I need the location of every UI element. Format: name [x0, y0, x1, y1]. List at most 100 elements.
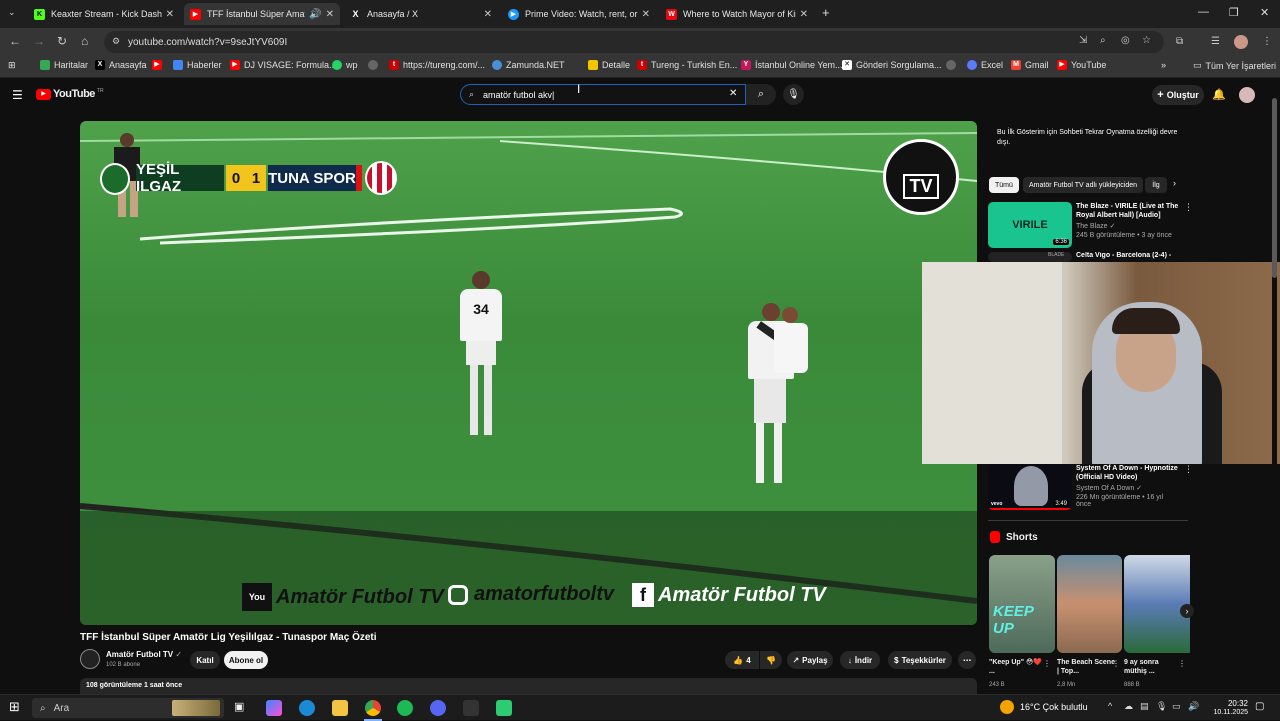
bookmark-item[interactable]: Haberler	[173, 60, 222, 70]
create-button[interactable]: + Oluştur	[1152, 85, 1204, 105]
all-bookmarks[interactable]: ▭ Tüm Yer İşaretleri	[1193, 60, 1276, 71]
close-icon[interactable]: ✕	[326, 9, 334, 20]
channel-name[interactable]: Amatör Futbol TV ✓	[106, 650, 182, 659]
eye-off-icon[interactable]: ◎	[1121, 35, 1130, 46]
recommended-video[interactable]: vevo 3:49 System Of A Down - Hypnotize (…	[988, 464, 1193, 510]
chip-from-uploader[interactable]: Amatör Futbol TV adlı yükleyiciden	[1023, 177, 1144, 193]
close-icon[interactable]: ✕	[642, 9, 650, 20]
task-view-icon[interactable]: ▣	[234, 700, 244, 713]
zoom-icon[interactable]: ⌕	[1100, 35, 1106, 46]
short-thumbnail[interactable]: KEEP UP	[989, 555, 1055, 653]
short-thumbnail[interactable]	[1057, 555, 1122, 653]
site-info-icon[interactable]: ⚙	[112, 36, 120, 47]
chip-related[interactable]: İlg	[1145, 177, 1167, 193]
video-thumbnail[interactable]: BLADE	[988, 252, 1072, 262]
install-icon[interactable]: ⇲	[1079, 35, 1087, 46]
bookmark-item[interactable]: ▶ DJ VISAGE: Formula...	[230, 60, 337, 70]
taskbar-search-input[interactable]: ⌕ Ara	[32, 698, 224, 718]
thanks-button[interactable]: $ Teşekkürler	[888, 651, 952, 669]
minimize-icon[interactable]: —	[1198, 6, 1209, 18]
more-icon[interactable]: ⋮	[1043, 659, 1051, 668]
back-icon[interactable]: ←	[9, 34, 21, 48]
more-icon[interactable]: ⋮	[1184, 464, 1193, 475]
menu-icon[interactable]: ⋮	[1262, 36, 1272, 47]
video-player[interactable]: 34 YEŞİL ILGAZ 0 1 TUNA SPOR TV You Amat…	[80, 121, 977, 625]
profile-avatar[interactable]	[1234, 35, 1248, 49]
close-icon[interactable]: ✕	[800, 9, 808, 20]
download-button[interactable]: ↓ İndir	[840, 651, 880, 669]
short-title[interactable]: The Beach Scene | Top...	[1057, 658, 1117, 676]
home-icon[interactable]: ⌂	[81, 34, 88, 48]
video-thumbnail[interactable]: VIRILE 6:36	[988, 202, 1072, 248]
copilot-icon[interactable]	[266, 700, 282, 716]
notifications-bell-icon[interactable]: 🔔	[1212, 88, 1226, 101]
short-thumbnail[interactable]	[1124, 555, 1190, 653]
spotify-icon[interactable]	[397, 700, 413, 716]
volume-icon[interactable]: 🔊	[1188, 701, 1199, 712]
bookmark-item[interactable]: wp	[332, 60, 358, 70]
channel-avatar[interactable]	[80, 649, 100, 669]
notifications-icon[interactable]: ▢	[1255, 701, 1264, 712]
address-bar[interactable]: ⚙ youtube.com/watch?v=9seJtYV609I ⇲ ⌕ ◎ …	[104, 31, 1164, 53]
bookmark-item[interactable]: X Anasayfa	[95, 60, 147, 70]
search-button[interactable]: ⌕	[746, 84, 776, 105]
tab-x[interactable]: X Anasayfa / X ✕	[344, 3, 498, 25]
chip-all[interactable]: Tümü	[989, 177, 1019, 193]
clock-date[interactable]: 10.11.2025	[1200, 709, 1248, 716]
bookmark-item[interactable]: M Gmail	[1011, 60, 1049, 70]
bookmark-item[interactable]: Excel	[967, 60, 1003, 70]
more-icon[interactable]: ⋮	[1112, 659, 1120, 668]
youtube-logo[interactable]: ▶ YouTube TR	[36, 88, 104, 100]
cloud-icon[interactable]: ☁	[1124, 701, 1133, 712]
more-actions-button[interactable]: ⋯	[958, 651, 976, 669]
bookmark-item[interactable]: t Tureng - Turkish En...	[637, 60, 737, 70]
new-tab-button[interactable]: +	[822, 5, 830, 20]
bookmark-item[interactable]: ▶ YouTube	[1057, 60, 1106, 70]
bookmark-item[interactable]: Zamunda.NET	[492, 60, 565, 70]
subscribe-button[interactable]: Abone ol	[224, 651, 268, 669]
network-icon[interactable]: ▭	[1172, 701, 1181, 712]
forward-icon[interactable]: →	[33, 34, 45, 48]
reload-icon[interactable]: ↻	[57, 34, 67, 48]
short-title[interactable]: "Keep Up" 😳❤️ ...	[989, 658, 1045, 676]
tab-search-icon[interactable]: ⌄	[8, 7, 16, 18]
tab-youtube[interactable]: ▶ TFF İstanbul Süper Amatör Lig 🔊 ✕	[184, 3, 340, 25]
tab-prime-video[interactable]: ▶ Prime Video: Watch, rent, or buy ✕	[502, 3, 656, 25]
reading-list-icon[interactable]: ☰	[1211, 36, 1220, 47]
bookmark-item[interactable]	[946, 60, 960, 70]
share-button[interactable]: ↗ Paylaş	[787, 651, 833, 669]
account-avatar[interactable]	[1239, 87, 1255, 103]
shorts-next-button[interactable]: ›	[1180, 604, 1194, 618]
bookmark-item[interactable]	[368, 60, 382, 70]
bookmark-item[interactable]: ▶	[152, 60, 166, 70]
hamburger-menu-icon[interactable]: ☰	[12, 88, 23, 102]
tab-where-to-watch[interactable]: W Where to Watch Mayor of Kingstown ✕	[660, 3, 814, 25]
chrome-icon[interactable]	[365, 700, 381, 716]
windows-start-icon[interactable]: ⊞	[9, 699, 20, 715]
bookmark-item[interactable]: ✕ Gönderi Sorgulama...	[842, 60, 942, 70]
restore-icon[interactable]: ❐	[1229, 6, 1239, 19]
close-icon[interactable]: ✕	[484, 9, 492, 20]
star-icon[interactable]: ☆	[1142, 35, 1151, 46]
bookmark-item[interactable]: Haritalar	[40, 60, 88, 70]
bookmark-item[interactable]: Y İstanbul Online Yem...	[741, 60, 843, 70]
edge-icon[interactable]	[299, 700, 315, 716]
clear-search-icon[interactable]: ✕	[729, 88, 737, 99]
recommended-video[interactable]: BLADE Celta Vigo - Barcelona (2-4) - ⋮	[988, 252, 1188, 262]
bookmark-item[interactable]: t https://tureng.com/...	[389, 60, 485, 70]
chevron-right-icon[interactable]: ›	[1173, 178, 1176, 188]
more-icon[interactable]: ⋮	[1184, 202, 1193, 213]
more-icon[interactable]: ⋮	[1184, 252, 1188, 262]
close-window-icon[interactable]: ✕	[1260, 6, 1269, 19]
app-icon[interactable]	[496, 700, 512, 716]
bookmark-item[interactable]: Detalle	[588, 60, 630, 70]
close-icon[interactable]: ✕	[166, 9, 174, 20]
file-explorer-icon[interactable]	[332, 700, 348, 716]
join-button[interactable]: Katıl	[190, 651, 220, 669]
clock-time[interactable]: 20:32	[1200, 699, 1248, 708]
speaker-icon[interactable]: 🔊	[309, 9, 321, 20]
microphone-icon[interactable]: 🎙	[1156, 701, 1167, 712]
tray-app-icon[interactable]: ▤	[1140, 701, 1149, 712]
tab-kick[interactable]: K Keaxter Stream - Kick Dashboard ✕	[28, 3, 180, 25]
extensions-icon[interactable]: ⧉	[1176, 36, 1183, 47]
